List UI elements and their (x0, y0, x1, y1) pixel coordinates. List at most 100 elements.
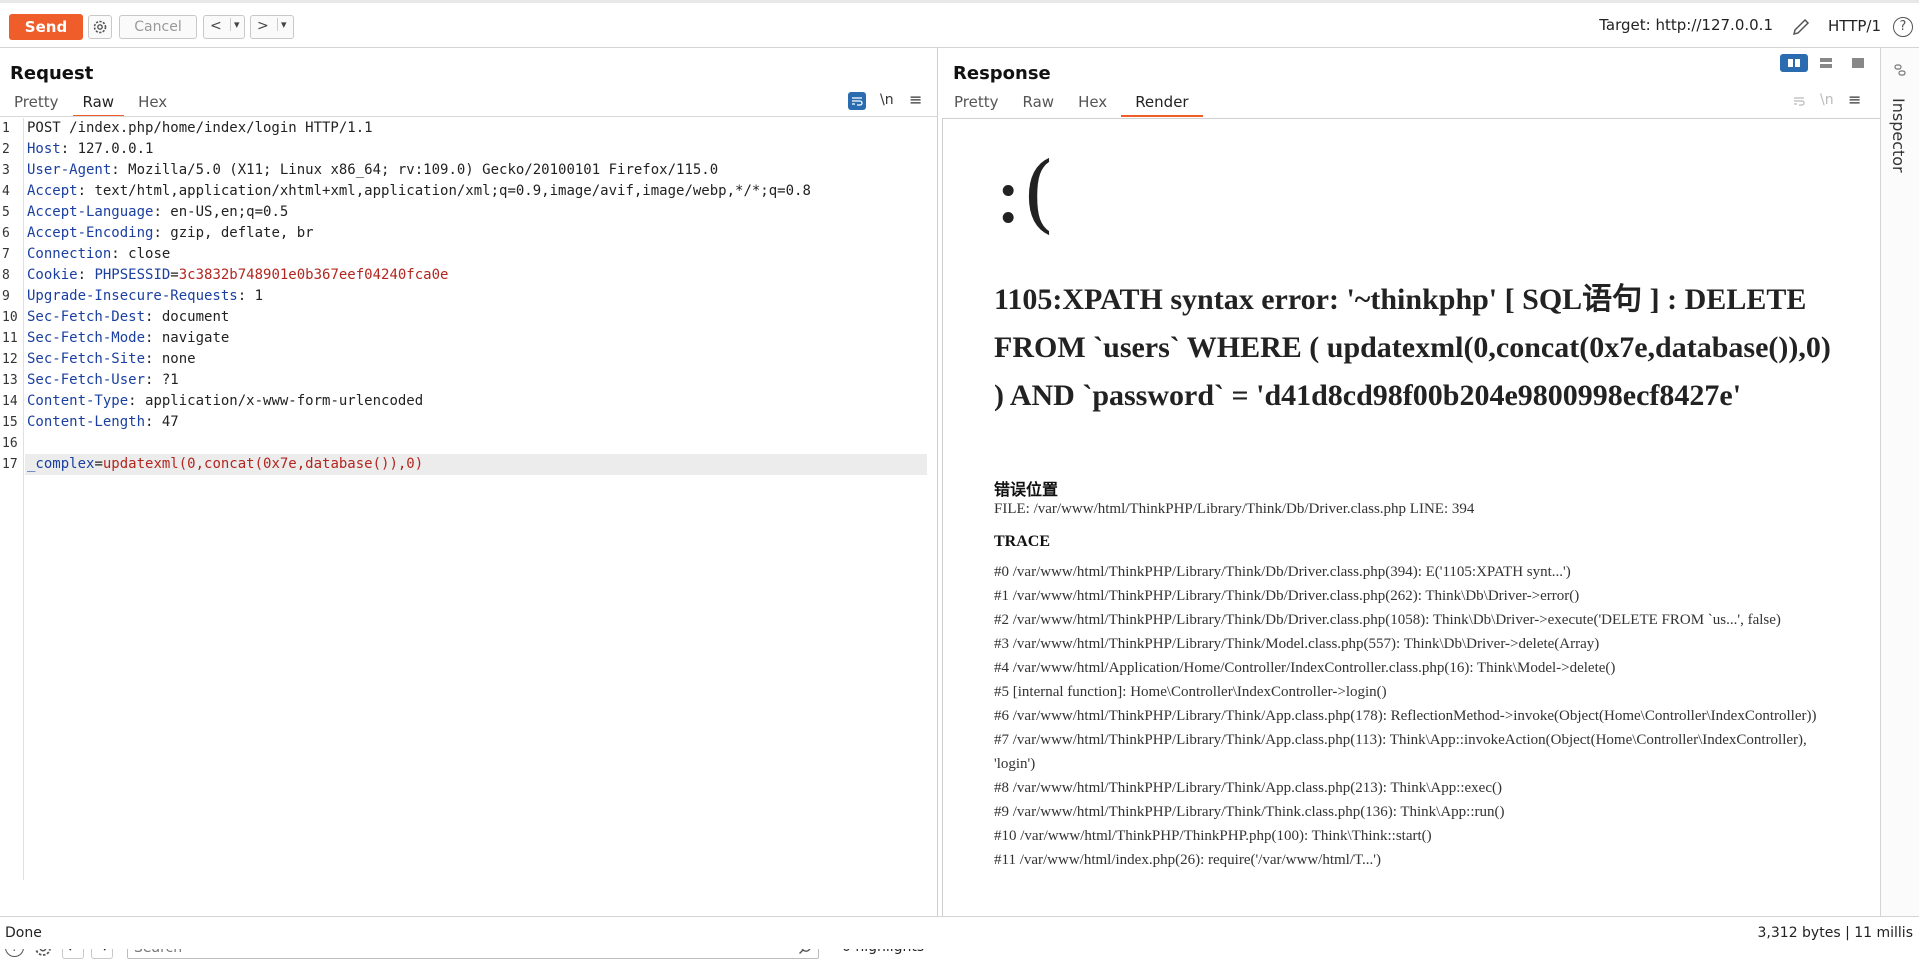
split-vertical-layout-button[interactable] (1812, 54, 1840, 72)
status-text: Done (5, 925, 42, 941)
trace-item: #1 /var/www/html/ThinkPHP/Library/Think/… (994, 588, 1580, 604)
header-name: Sec-Fetch-Mode (27, 330, 146, 346)
trace-item: #2 /var/www/html/ThinkPHP/Library/Think/… (994, 612, 1781, 628)
header-separator: : (145, 309, 162, 325)
wrap-icon (1794, 97, 1805, 106)
trace-item: #0 /var/www/html/ThinkPHP/Library/Think/… (994, 564, 1571, 580)
tab-pretty[interactable]: Pretty (4, 91, 69, 117)
split-horizontal-layout-button[interactable] (1780, 54, 1808, 72)
single-pane-icon (1852, 58, 1864, 68)
settings-button[interactable] (88, 15, 112, 39)
body-param-name: _complex (27, 456, 95, 472)
trace-item: #7 /var/www/html/ThinkPHP/Library/Think/… (994, 732, 1807, 772)
header-separator: : (60, 141, 78, 157)
header-separator: : (145, 372, 162, 388)
header-value: ?1 (161, 372, 179, 388)
columns-icon (1788, 59, 1800, 67)
header-separator: : (153, 225, 171, 241)
status-bar: Done 3,312 bytes | 11 millis (0, 916, 1919, 949)
line-number: 14 (2, 394, 18, 409)
edit-target-button[interactable] (1791, 17, 1811, 41)
header-name: Sec-Fetch-Dest (27, 309, 146, 325)
header-value: 127.0.0.1 (77, 141, 154, 157)
request-editor[interactable]: 1 POST /index.php/home/index/login HTTP/1… (0, 118, 938, 880)
word-wrap-toggle[interactable] (848, 92, 866, 110)
header-name: Content-Length (27, 414, 146, 430)
trace-item: #5 [internal function]: Home\Controller\… (994, 684, 1387, 700)
forward-arrow-icon[interactable]: > (257, 18, 269, 34)
header-value: text/html,application/xhtml+xml,applicat… (94, 183, 811, 199)
line-number: 11 (2, 331, 18, 346)
header-value: 47 (161, 414, 179, 430)
cookie-name: PHPSESSID (94, 267, 171, 283)
header-name: Cookie (27, 267, 78, 283)
link-icon[interactable] (1893, 62, 1907, 81)
tab-pretty[interactable]: Pretty (944, 91, 1009, 117)
send-button[interactable]: Send (9, 14, 83, 40)
header-name: Accept-Language (27, 204, 154, 220)
trace-list: #0 /var/www/html/ThinkPHP/Library/Think/… (994, 560, 1824, 872)
request-line: POST /index.php/home/index/login HTTP/1.… (27, 120, 373, 136)
inspector-tab[interactable]: Inspector (1889, 98, 1908, 173)
back-arrow-icon[interactable]: < (210, 18, 222, 34)
response-menu-icon[interactable]: ≡ (1848, 90, 1861, 109)
header-value: document (161, 309, 230, 325)
inspector-sidebar: Inspector (1880, 48, 1919, 916)
help-icon[interactable]: ? (1893, 17, 1913, 37)
header-value: 1 (254, 288, 264, 304)
header-name: Host (27, 141, 61, 157)
error-location-heading: 错误位置 (994, 482, 1059, 499)
response-panel: Response Pretty Raw Hex Render \n ≡ :( 1… (940, 48, 1880, 916)
tab-render[interactable]: Render (1121, 91, 1203, 117)
tab-raw[interactable]: Raw (72, 91, 125, 117)
header-name: Upgrade-Insecure-Requests (27, 288, 238, 304)
back-button-group[interactable]: < ▾ (203, 15, 245, 39)
tabbed-layout-button[interactable] (1844, 54, 1872, 72)
gear-icon (93, 20, 107, 34)
request-tab-divider (0, 116, 937, 117)
header-separator: : (111, 246, 129, 262)
trace-item: #4 /var/www/html/Application/Home/Contro… (994, 660, 1616, 676)
trace-item: #10 /var/www/html/ThinkPHP/ThinkPHP.php(… (994, 828, 1432, 844)
header-separator: : (128, 393, 146, 409)
header-name: Connection (27, 246, 112, 262)
tab-raw[interactable]: Raw (1013, 91, 1065, 117)
header-separator: : (237, 288, 255, 304)
newline-toggle[interactable]: \n (880, 92, 894, 108)
pencil-icon (1792, 18, 1810, 36)
header-separator: : (145, 351, 162, 367)
tab-hex[interactable]: Hex (128, 91, 177, 117)
header-name: Accept-Encoding (27, 225, 154, 241)
rows-icon (1820, 58, 1832, 68)
response-tabs: Pretty Raw Hex Render (944, 91, 1207, 117)
request-menu-icon[interactable]: ≡ (909, 90, 922, 109)
forward-history-dropdown[interactable]: ▾ (277, 18, 287, 31)
line-number: 1 (2, 121, 10, 136)
trace-item: #6 /var/www/html/ThinkPHP/Library/Think/… (994, 708, 1817, 724)
line-number: 8 (2, 268, 10, 283)
back-history-dropdown[interactable]: ▾ (230, 18, 240, 31)
header-name: Sec-Fetch-Site (27, 351, 146, 367)
header-value: gzip, deflate, br (170, 225, 314, 241)
sad-face: :( (994, 144, 1056, 242)
newline-toggle: \n (1820, 92, 1834, 108)
line-number: 9 (2, 289, 10, 304)
header-name: Sec-Fetch-User (27, 372, 146, 388)
header-value: Mozilla/5.0 (X11; Linux x86_64; rv:109.0… (128, 162, 719, 178)
response-title: Response (953, 63, 1051, 84)
word-wrap-toggle (1790, 92, 1808, 110)
cancel-button[interactable]: Cancel (119, 15, 197, 39)
header-value: none (161, 351, 196, 367)
line-number: 6 (2, 226, 10, 241)
header-value: close (128, 246, 171, 262)
top-toolbar: Send Cancel < ▾ > ▾ Target: http://127.0… (0, 0, 1919, 48)
line-number: 13 (2, 373, 18, 388)
target-label: Target: http://127.0.0.1 (1599, 16, 1773, 34)
tab-hex[interactable]: Hex (1068, 91, 1117, 117)
forward-button-group[interactable]: > ▾ (250, 15, 294, 39)
line-number: 10 (2, 310, 18, 325)
line-number: 16 (2, 436, 18, 451)
http-version-toggle[interactable]: HTTP/1 (1828, 17, 1881, 35)
render-view[interactable]: :( 1105:XPATH syntax error: '~thinkphp' … (942, 118, 1880, 916)
header-value: en-US,en;q=0.5 (170, 204, 289, 220)
